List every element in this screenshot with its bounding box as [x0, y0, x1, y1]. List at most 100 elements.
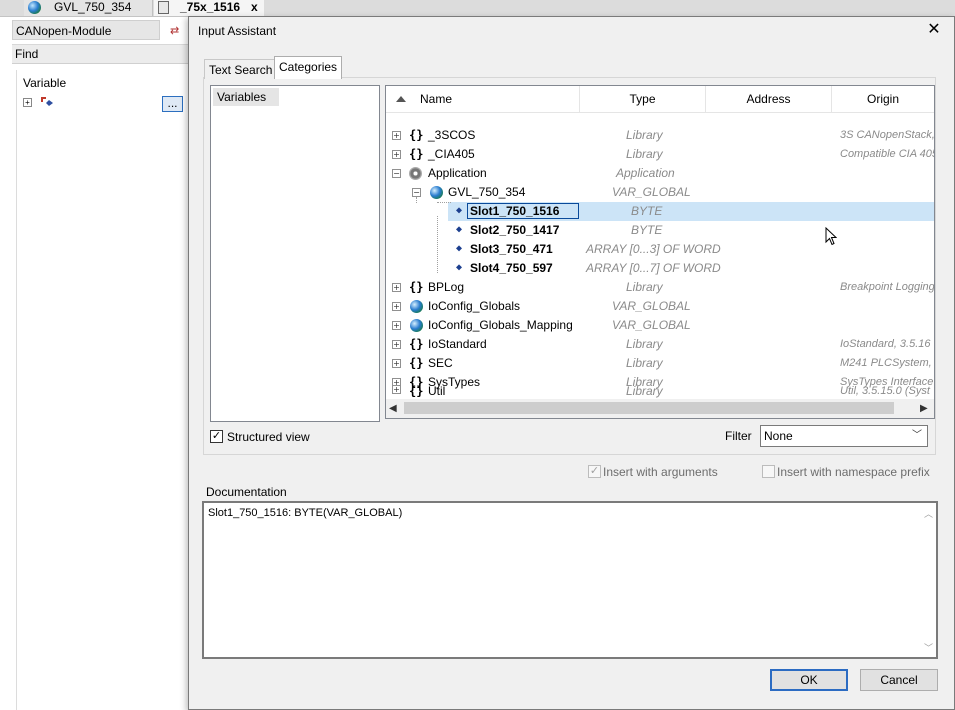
tab-canopen-module-parameters[interactable]: CANopen-Module Parameters [12, 20, 160, 58]
filter-value: None [764, 429, 793, 443]
horizontal-scrollbar[interactable]: ◀ ▶ [386, 399, 934, 418]
filter-label: Filter [725, 429, 752, 443]
expand-icon[interactable]: + [392, 321, 401, 330]
globe-icon [410, 319, 423, 332]
tree-row[interactable]: ◆ Slot4_750_597 ARRAY [0...7] OF WORD [386, 259, 934, 278]
tab-categories[interactable]: Categories [274, 56, 343, 79]
variable-panel [16, 70, 189, 710]
row-name: Slot3_750_471 [470, 242, 553, 256]
dialog-title: Input Assistant [198, 24, 277, 38]
tree-row[interactable]: ◆ Slot2_750_1417 BYTE [386, 221, 934, 240]
tab-75x-1516[interactable]: _75x_1516 x [154, 0, 264, 16]
row-origin: IoStandard, 3.5.16 [840, 338, 931, 350]
tab-close-icon[interactable]: x [251, 0, 258, 15]
row-origin: 3S CANopenStack, [840, 129, 934, 141]
symbol-tree: Name Type Address Origin + {} _3SCOS Lib… [385, 85, 935, 419]
tree-row[interactable]: ◆ Slot3_750_471 ARRAY [0...3] OF WORD [386, 240, 934, 259]
tab-text-search[interactable]: Text Search [204, 59, 278, 79]
library-icon: {} [409, 384, 424, 398]
insert-with-namespace-label[interactable]: Insert with namespace prefix [777, 465, 930, 479]
tree-row[interactable]: + IoConfig_Globals VAR_GLOBAL [386, 297, 934, 316]
tree-guide-line [437, 202, 451, 213]
tab-label: GVL_750_354 [54, 0, 132, 14]
tree-row[interactable]: + {} _CIA405 Library Compatible CIA 405 [386, 145, 934, 164]
find-button[interactable]: Find [12, 44, 192, 64]
tree-row[interactable]: + {} BPLog Library Breakpoint Logging [386, 278, 934, 297]
variable-mapping-icon [40, 96, 54, 108]
category-list: Variables [210, 85, 380, 422]
row-name: GVL_750_354 [448, 185, 526, 199]
expand-icon[interactable]: + [392, 283, 401, 292]
row-type: VAR_GLOBAL [612, 185, 691, 199]
variable-icon: ◆ [455, 243, 463, 254]
tree-row-selected[interactable]: ◆ Slot1_750_1516 BYTE [386, 202, 934, 221]
tree-row[interactable]: − GVL_750_354 VAR_GLOBAL [386, 183, 934, 202]
globe-icon [410, 300, 423, 313]
globe-icon [28, 1, 41, 14]
row-name: _CIA405 [428, 147, 475, 161]
scroll-left-icon[interactable]: ◀ [389, 403, 397, 414]
expand-icon[interactable]: + [392, 359, 401, 368]
insert-with-arguments-label[interactable]: Insert with arguments [603, 465, 718, 479]
filter-select[interactable]: None ﹀ [760, 425, 928, 447]
transfer-arrows-icon: ⇄ [170, 25, 180, 37]
vertical-scrollbar[interactable]: ︿ ﹀ [920, 503, 936, 657]
documentation-label: Documentation [206, 485, 287, 499]
tree-row[interactable]: + {} IoStandard Library IoStandard, 3.5.… [386, 335, 934, 354]
collapse-icon[interactable]: − [412, 188, 421, 197]
scroll-down-icon[interactable]: ﹀ [924, 641, 933, 654]
row-name: BPLog [428, 280, 465, 294]
globe-icon [430, 186, 443, 199]
browse-button[interactable]: ... [162, 96, 183, 112]
sort-ascending-icon[interactable] [396, 96, 406, 102]
ok-button[interactable]: OK [770, 669, 848, 691]
tab-label: _75x_1516 [180, 0, 241, 14]
scrollbar-thumb[interactable] [404, 402, 894, 414]
gear-icon [409, 167, 422, 180]
expand-icon[interactable]: + [392, 150, 401, 159]
tree-row[interactable]: + {} Util Library Util, 3.5.15.0 (Syst [386, 384, 934, 399]
expand-icon[interactable]: + [392, 302, 401, 311]
expand-icon[interactable]: + [392, 385, 401, 394]
category-item-variables[interactable]: Variables [213, 88, 279, 106]
row-origin: M241 PLCSystem, 1 [840, 357, 934, 369]
tree-row[interactable]: − Application Application [386, 164, 934, 183]
expand-icon[interactable]: + [23, 98, 32, 107]
library-icon: {} [409, 356, 424, 370]
tree-header: Name Type Address Origin [386, 86, 934, 113]
collapse-icon[interactable]: − [392, 169, 401, 178]
row-type: Library [626, 147, 663, 161]
row-name: Slot1_750_1516 [470, 204, 560, 218]
row-type: Library [626, 337, 663, 351]
row-type: VAR_GLOBAL [612, 299, 691, 313]
tree-row[interactable]: + {} _3SCOS Library 3S CANopenStack, [386, 126, 934, 145]
expand-icon[interactable]: + [392, 340, 401, 349]
documentation-textbox[interactable]: Slot1_750_1516: BYTE(VAR_GLOBAL) ︿ ﹀ [202, 501, 938, 659]
insert-with-arguments-checkbox[interactable]: ✓ [588, 465, 601, 478]
column-header-origin[interactable]: Origin [832, 86, 934, 112]
tree-row[interactable]: + IoConfig_Globals_Mapping VAR_GLOBAL [386, 316, 934, 335]
row-name: SEC [428, 356, 453, 370]
row-type: ARRAY [0...3] OF WORD [586, 242, 721, 256]
column-header-address[interactable]: Address [706, 86, 832, 112]
documentation-text: Slot1_750_1516: BYTE(VAR_GLOBAL) [208, 507, 403, 519]
row-type: Library [626, 356, 663, 370]
row-name: Slot4_750_597 [470, 261, 553, 275]
input-assistant-dialog: Input Assistant ✕ Text Search Categories… [188, 16, 955, 710]
tree-row[interactable]: + {} SEC Library M241 PLCSystem, 1 [386, 354, 934, 373]
row-origin: Util, 3.5.15.0 (Syst [840, 385, 930, 397]
structured-view-checkbox[interactable]: ✓ [210, 430, 223, 443]
close-icon[interactable]: ✕ [924, 20, 944, 40]
column-header-name[interactable]: Name [412, 86, 580, 112]
expand-icon[interactable]: + [392, 131, 401, 140]
row-name: _3SCOS [428, 128, 476, 142]
scroll-right-icon[interactable]: ▶ [920, 403, 928, 414]
cancel-button[interactable]: Cancel [860, 669, 938, 691]
library-icon: {} [409, 128, 424, 142]
column-header-type[interactable]: Type [580, 86, 706, 112]
variable-icon: ◆ [455, 224, 463, 235]
tab-gvl-750-354[interactable]: GVL_750_354 [24, 0, 153, 16]
scroll-up-icon[interactable]: ︿ [924, 507, 933, 520]
insert-with-namespace-checkbox[interactable] [762, 465, 775, 478]
structured-view-label[interactable]: Structured view [227, 430, 310, 444]
